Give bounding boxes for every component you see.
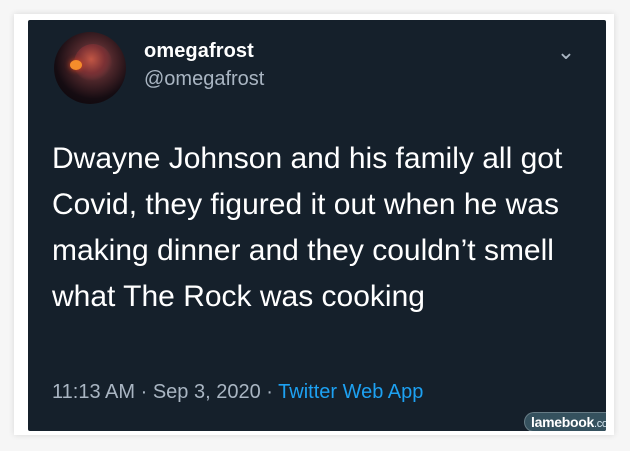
lamebook-watermark: lamebook.com: [524, 412, 606, 431]
avatar-highlight: [70, 60, 82, 70]
date-separator: ·: [140, 381, 148, 403]
screenshot-frame: omegafrost @omegafrost ⌄ Dwayne Johnson …: [0, 0, 630, 451]
tweet: omegafrost @omegafrost ⌄ Dwayne Johnson …: [28, 20, 606, 431]
display-name[interactable]: omegafrost: [144, 40, 254, 63]
source-separator: ·: [266, 381, 273, 403]
avatar[interactable]: [54, 32, 126, 104]
tweet-text: Dwayne Johnson and his family all got Co…: [52, 142, 563, 313]
watermark-domain: .com: [593, 418, 606, 430]
tweet-source-link[interactable]: Twitter Web App: [278, 381, 423, 403]
user-handle[interactable]: @omegafrost: [144, 68, 264, 91]
tweet-date: Sep 3, 2020: [152, 381, 261, 403]
chevron-down-icon[interactable]: ⌄: [554, 41, 578, 63]
tweet-time: 11:13 AM: [52, 381, 136, 403]
watermark-brand: lamebook: [531, 414, 594, 430]
tweet-meta: 11:13 AM · Sep 3, 2020 · Twitter Web App: [52, 381, 423, 404]
